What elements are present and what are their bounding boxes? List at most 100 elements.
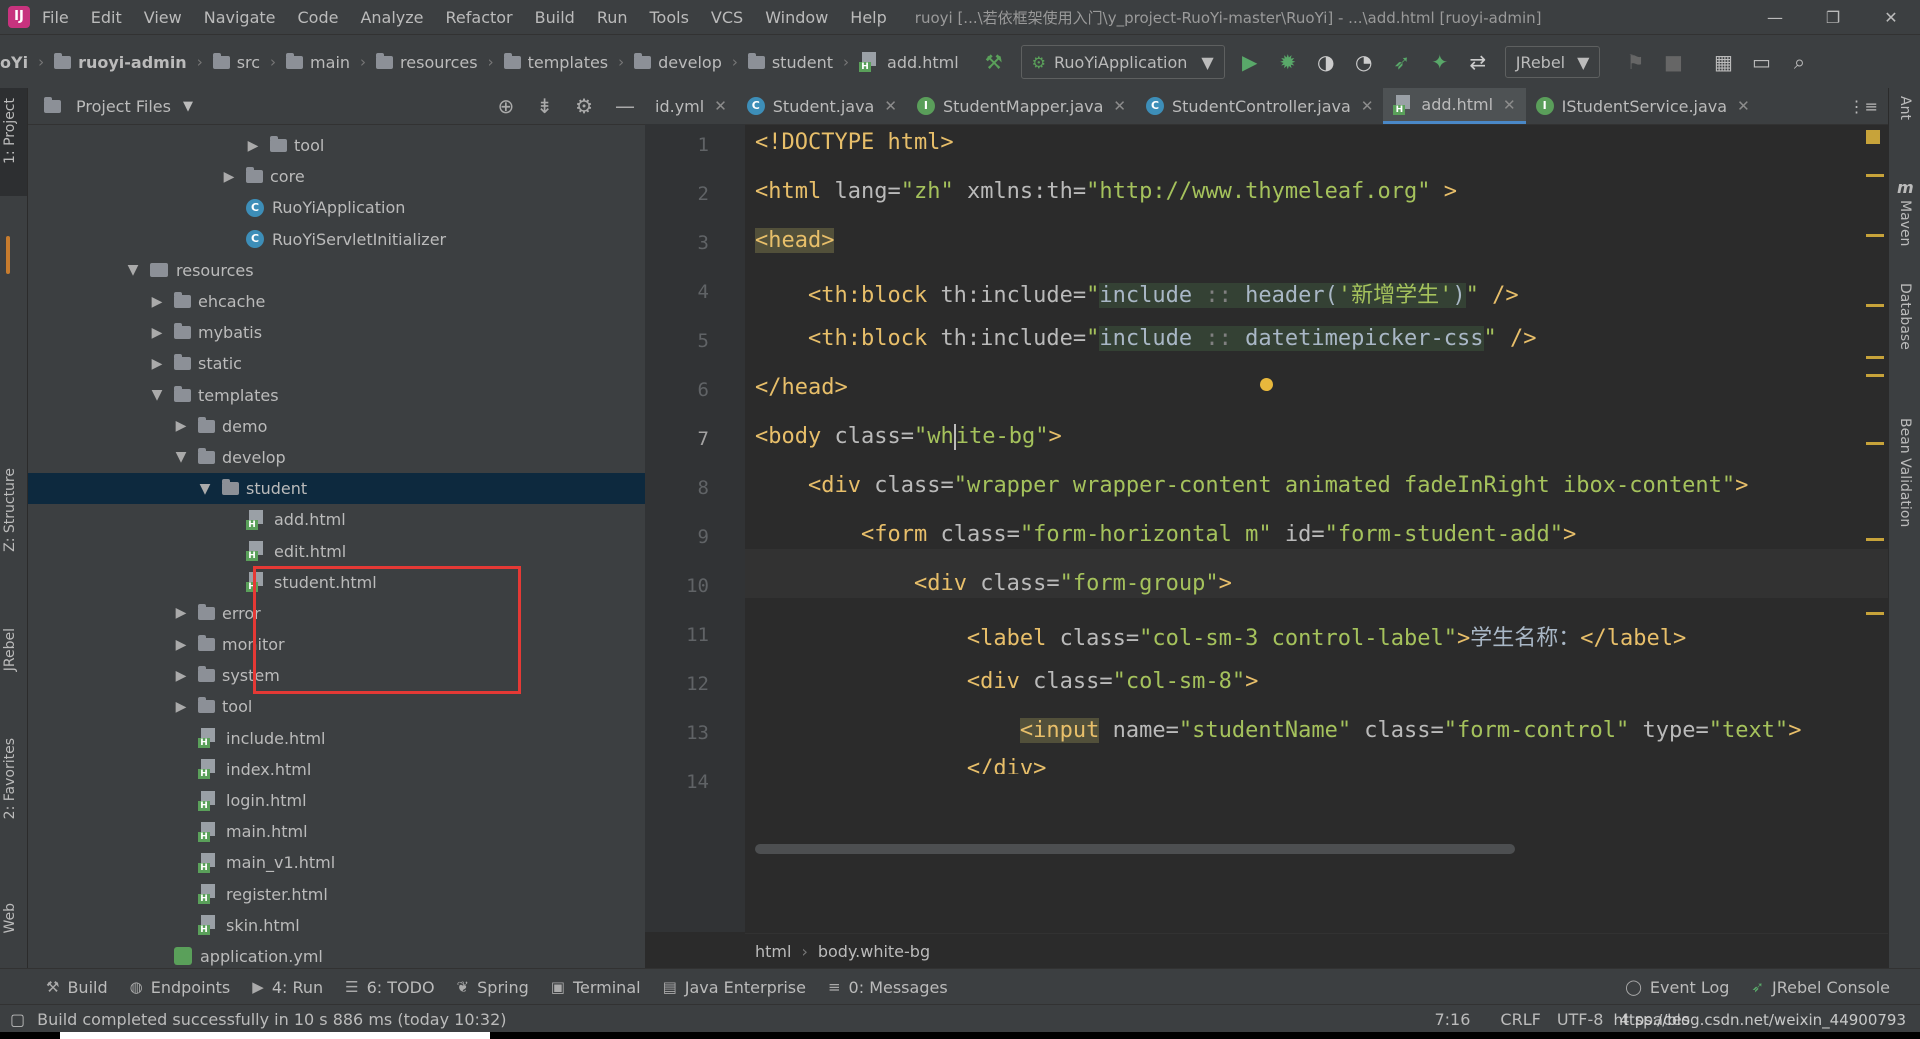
close-icon[interactable]: ✕ bbox=[1737, 97, 1750, 115]
breadcrumb-body[interactable]: body.white-bg bbox=[818, 942, 930, 961]
tree-item-login-html[interactable]: login.html bbox=[28, 785, 645, 816]
attach-icon[interactable]: ⇄ bbox=[1465, 49, 1491, 75]
inspection-warning-icon[interactable] bbox=[1866, 130, 1880, 144]
project-tool-button[interactable]: 1: Project bbox=[2, 98, 18, 164]
tree-item-ruoyiapplication[interactable]: C RuoYiApplication bbox=[28, 192, 645, 223]
spring-tool-button[interactable]: ❦ Spring bbox=[457, 978, 529, 997]
tab-id-yml[interactable]: id.yml ✕ bbox=[645, 88, 737, 124]
tree-item-main-html[interactable]: main.html bbox=[28, 816, 645, 847]
lightbulb-icon[interactable] bbox=[1260, 378, 1273, 391]
hide-icon[interactable]: — bbox=[615, 94, 635, 118]
chevron-right-icon[interactable]: ▶ bbox=[172, 637, 190, 653]
stripe-mark[interactable] bbox=[1866, 442, 1884, 445]
stop-icon[interactable]: ■ bbox=[1660, 49, 1686, 75]
stripe-mark[interactable] bbox=[1866, 374, 1884, 377]
tree-item-templates[interactable]: ▼ templates bbox=[28, 380, 645, 411]
chevron-right-icon[interactable]: ▶ bbox=[244, 138, 262, 154]
messages-tool-button[interactable]: ≡ 0: Messages bbox=[828, 978, 948, 997]
menu-build[interactable]: Build bbox=[535, 8, 575, 27]
chevron-right-icon[interactable]: ▶ bbox=[148, 294, 166, 310]
tree-item-edit-html[interactable]: edit.html bbox=[28, 535, 645, 566]
jrebel-select[interactable]: JRebel ▼ bbox=[1504, 46, 1601, 78]
menu-navigate[interactable]: Navigate bbox=[204, 8, 276, 27]
tree-item-add-html[interactable]: add.html bbox=[28, 504, 645, 535]
database-tool-button[interactable]: Database bbox=[1897, 283, 1913, 350]
tree-item-student[interactable]: ▼ student bbox=[28, 473, 645, 505]
menu-code[interactable]: Code bbox=[298, 8, 339, 27]
menu-help[interactable]: Help bbox=[850, 8, 886, 27]
crumb-templates[interactable]: templates bbox=[503, 52, 608, 72]
chevron-right-icon[interactable]: ▶ bbox=[172, 699, 190, 715]
tree-item-mybatis[interactable]: ▶ mybatis bbox=[28, 317, 645, 348]
close-icon[interactable]: ✕ bbox=[714, 97, 727, 115]
breadcrumb-html[interactable]: html bbox=[755, 942, 791, 961]
chevron-down-icon[interactable]: ▼ bbox=[183, 99, 193, 114]
tab-student-controller[interactable]: C StudentController.java ✕ bbox=[1136, 88, 1383, 124]
ant-tool-button[interactable]: Ant bbox=[1897, 96, 1913, 120]
close-icon[interactable]: ✕ bbox=[1503, 96, 1516, 114]
tree-item-resources[interactable]: ▼ resources bbox=[28, 255, 645, 286]
locate-icon[interactable]: ⊕ bbox=[498, 94, 515, 118]
tree-item-skin-html[interactable]: skin.html bbox=[28, 910, 645, 941]
event-log-tool-button[interactable]: ◯ Event Log bbox=[1625, 978, 1729, 997]
chevron-right-icon[interactable]: ▶ bbox=[172, 418, 190, 434]
search-icon[interactable]: ⌕ bbox=[1786, 49, 1812, 75]
project-structure-icon[interactable]: ▦ bbox=[1710, 49, 1736, 75]
project-view-select[interactable]: Project Files bbox=[76, 97, 171, 116]
stripe-mark[interactable] bbox=[1866, 356, 1884, 359]
crumb-module[interactable]: ruoyi-admin bbox=[54, 52, 187, 72]
stripe-mark[interactable] bbox=[1866, 174, 1884, 177]
crumb-file[interactable]: add.html bbox=[859, 52, 959, 72]
chevron-down-icon[interactable]: ▼ bbox=[172, 449, 190, 465]
tree-item-core[interactable]: ▶ core bbox=[28, 161, 645, 192]
close-icon[interactable]: ✕ bbox=[884, 97, 897, 115]
endpoints-tool-button[interactable]: ◍ Endpoints bbox=[130, 978, 231, 997]
tree-item-tool[interactable]: ▶ tool bbox=[28, 691, 645, 722]
terminal-tool-button[interactable]: ▣ Terminal bbox=[551, 978, 641, 997]
build-hammer-icon[interactable]: ⚒ bbox=[981, 49, 1007, 75]
jrebel-tool-button[interactable]: JRebel bbox=[2, 628, 18, 671]
maven-tool-button[interactable]: Maven bbox=[1897, 200, 1913, 246]
tabs-overflow-icon[interactable]: ⋮≡ bbox=[1839, 88, 1888, 124]
crumb-develop[interactable]: develop bbox=[634, 52, 722, 72]
update-icon[interactable]: ⚑ bbox=[1622, 49, 1648, 75]
run-icon[interactable]: ▶ bbox=[1237, 49, 1263, 75]
chevron-down-icon[interactable]: ▼ bbox=[124, 262, 142, 278]
tree-item-main-v1-html[interactable]: main_v1.html bbox=[28, 847, 645, 878]
structure-tool-button[interactable]: Z: Structure bbox=[2, 468, 18, 552]
java-enterprise-tool-button[interactable]: ▤ Java Enterprise bbox=[663, 978, 806, 997]
bean-validation-tool-button[interactable]: Bean Validation bbox=[1897, 418, 1913, 527]
tree-item-static[interactable]: ▶ static bbox=[28, 348, 645, 379]
menu-refactor[interactable]: Refactor bbox=[446, 8, 513, 27]
favorites-tool-button[interactable]: 2: Favorites bbox=[2, 738, 18, 819]
tree-item-demo[interactable]: ▶ demo bbox=[28, 411, 645, 442]
tree-item-include-html[interactable]: include.html bbox=[28, 723, 645, 754]
maximize-icon[interactable]: ❐ bbox=[1804, 0, 1862, 34]
jrebel-console-tool-button[interactable]: ➶ JRebel Console bbox=[1751, 978, 1890, 997]
run-configuration-select[interactable]: ⚙ RuoYiApplication ▼ bbox=[1020, 45, 1225, 79]
coverage-icon[interactable]: ◑ bbox=[1313, 49, 1339, 75]
stripe-mark[interactable] bbox=[1866, 234, 1884, 237]
stripe-mark[interactable] bbox=[1866, 538, 1884, 541]
todo-tool-button[interactable]: ☰ 6: TODO bbox=[345, 978, 434, 997]
file-encoding[interactable]: UTF-8 bbox=[1557, 1010, 1604, 1029]
tree-item-develop[interactable]: ▼ develop bbox=[28, 442, 645, 473]
web-tool-button[interactable]: Web bbox=[2, 903, 18, 934]
menu-file[interactable]: File bbox=[42, 8, 69, 27]
jrebel-run-icon[interactable]: ➶ bbox=[1389, 49, 1415, 75]
menu-edit[interactable]: Edit bbox=[91, 8, 122, 27]
menu-view[interactable]: View bbox=[144, 8, 182, 27]
tab-add-html[interactable]: add.html ✕ bbox=[1383, 88, 1526, 124]
crumb-student[interactable]: student bbox=[747, 52, 833, 72]
tab-istudent-service[interactable]: I IStudentService.java ✕ bbox=[1526, 88, 1760, 124]
chevron-down-icon[interactable]: ▼ bbox=[196, 481, 214, 497]
close-icon[interactable]: ✕ bbox=[1113, 97, 1126, 115]
menu-analyze[interactable]: Analyze bbox=[360, 8, 423, 27]
chevron-right-icon[interactable]: ▶ bbox=[220, 169, 238, 185]
jrebel-debug-icon[interactable]: ✦ bbox=[1427, 49, 1453, 75]
crumb-prefix[interactable]: oYi bbox=[0, 53, 28, 72]
tree-item-tool[interactable]: ▶ tool bbox=[28, 130, 645, 161]
chevron-down-icon[interactable]: ▼ bbox=[148, 387, 166, 403]
build-tool-button[interactable]: ⚒ Build bbox=[46, 978, 108, 997]
terminal-window-icon[interactable]: ▭ bbox=[1748, 49, 1774, 75]
